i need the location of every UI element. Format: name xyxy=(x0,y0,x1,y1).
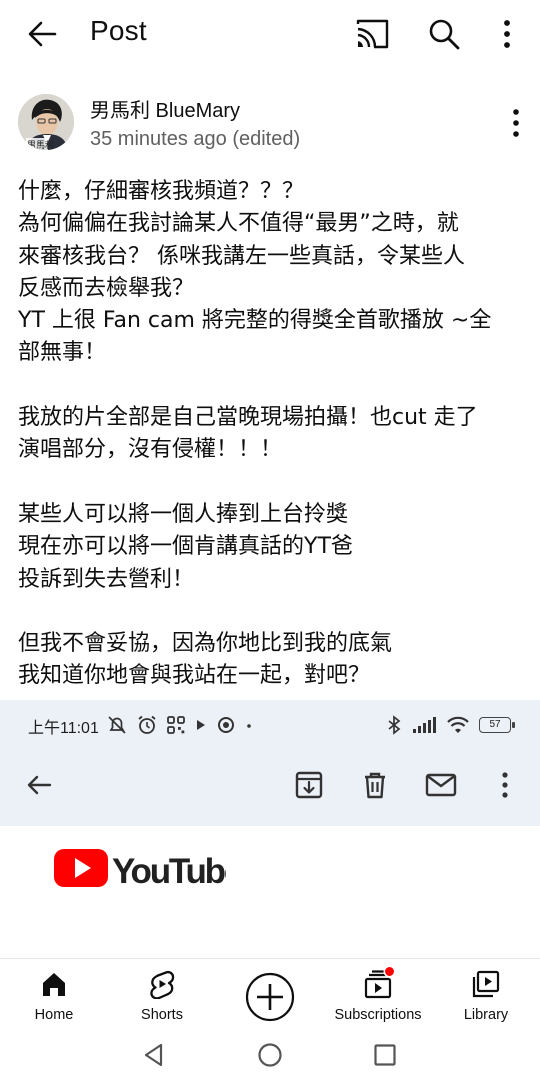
create-plus-icon[interactable] xyxy=(245,972,295,1022)
nav-subscriptions-label: Subscriptions xyxy=(334,1007,422,1023)
dot-icon xyxy=(247,724,251,728)
post-line: 反感而去檢舉我？ xyxy=(18,275,195,301)
post-line: 我放的片全部是自己當晚現場拍攝！也cut 走了 xyxy=(18,405,478,431)
post-line: 現在亦可以將一個肯講真話的YT爸 xyxy=(18,534,353,560)
youtube-logo: YouTube xyxy=(54,849,226,890)
svg-text:YouTube: YouTube xyxy=(112,852,226,890)
mail-icon xyxy=(425,773,457,797)
post-line: 某些人可以將一個人捧到上台拎獎 xyxy=(18,501,349,527)
signal-icon xyxy=(413,717,436,733)
post-more-vert-icon[interactable] xyxy=(503,104,529,144)
avatar[interactable]: 男馬利 xyxy=(18,94,74,150)
embedded-status-bar: 上午11:01 57 xyxy=(0,700,540,752)
post-body: 什麼，仔細審核我頻道？？？ 為何偏偏在我討論某人不值得“最男”之時，就 來審核我… xyxy=(18,176,528,725)
post-line: 演唱部分，沒有侵權！！！ xyxy=(18,437,283,463)
post-line: YT 上很 Fan cam 將完整的得獎全首歌播放 ~全 xyxy=(18,308,492,334)
author-name[interactable]: 男馬利 BlueMary xyxy=(90,94,240,123)
subscriptions-icon xyxy=(364,965,396,999)
avatar-photo: 男馬利 xyxy=(18,94,74,150)
post-line: 我知道你地會與我站在一起，對吧？ xyxy=(18,663,371,689)
post-paragraph: 某些人可以將一個人捧到上台拎獎 現在亦可以將一個肯講真話的YT爸 投訴到失去營利… xyxy=(18,499,528,596)
post-timestamp: 35 minutes ago (edited) xyxy=(90,128,301,150)
page-title: Post xyxy=(90,15,147,46)
search-icon[interactable] xyxy=(424,14,464,54)
notification-dot xyxy=(383,965,396,978)
post-line: 部無事！ xyxy=(18,340,107,366)
status-icons-right: 57 xyxy=(386,713,515,737)
post-paragraph: 但我不會妥協，因為你地比到我的底氣 我知道你地會與我站在一起，對吧？ xyxy=(18,628,528,693)
embedded-mail-toolbar xyxy=(0,752,540,826)
battery-indicator: 57 xyxy=(479,717,515,733)
nav-library[interactable]: Library xyxy=(446,959,526,1035)
nav-subscriptions[interactable]: Subscriptions xyxy=(326,959,430,1035)
post-line: 投訴到失去營利！ xyxy=(18,566,195,592)
home-icon xyxy=(43,973,65,996)
post-line: 什麼，仔細審核我頻道？？？ xyxy=(18,179,305,204)
nav-library-label: Library xyxy=(463,1007,509,1023)
mute-bell-icon xyxy=(108,716,126,734)
nav-shorts-label: Shorts xyxy=(141,1007,183,1023)
alarm-icon xyxy=(138,715,156,734)
post-line: 但我不會妥協，因為你地比到我的底氣 xyxy=(18,631,393,657)
more-vert-icon[interactable] xyxy=(494,14,520,54)
status-time: 上午11:01 xyxy=(28,720,99,737)
post-paragraph: 什麼，仔細審核我頻道？？？ 為何偏偏在我討論某人不值得“最男”之時，就 來審核我… xyxy=(18,176,528,370)
record-icon xyxy=(218,717,234,733)
system-recents-icon[interactable] xyxy=(372,1042,398,1068)
shorts-icon xyxy=(150,970,175,999)
back-arrow-icon[interactable] xyxy=(22,14,62,54)
post-line: 為何偏偏在我討論某人不值得“最男”之時，就 xyxy=(18,211,459,237)
post-line: 來審核我台？ 係咪我講左一些真話，令某些人 xyxy=(18,243,465,269)
svg-text:男馬利: 男馬利 xyxy=(27,139,54,150)
mail-back-arrow-icon xyxy=(27,775,52,795)
nav-home[interactable]: Home xyxy=(14,959,94,1035)
status-icons-left xyxy=(106,713,254,737)
system-back-icon[interactable] xyxy=(141,1042,167,1068)
system-navigation-bar xyxy=(0,1034,540,1074)
embedded-mail-content: YouTube 男馬利 BlueMary，你好： xyxy=(0,826,540,960)
library-icon xyxy=(472,970,500,998)
archive-icon xyxy=(295,771,323,799)
post-image[interactable]: 上午11:01 57 YouTub xyxy=(0,700,540,960)
system-home-icon[interactable] xyxy=(257,1042,283,1068)
bluetooth-icon xyxy=(388,715,401,735)
play-small-icon xyxy=(197,720,205,730)
nav-home-label: Home xyxy=(34,1007,74,1023)
delete-icon xyxy=(365,772,385,799)
top-app-bar: Post xyxy=(0,0,540,70)
wifi-icon xyxy=(447,716,469,733)
mail-more-vert-icon xyxy=(502,772,508,798)
post-paragraph: 我放的片全部是自己當晚現場拍攝！也cut 走了 演唱部分，沒有侵權！！！ xyxy=(18,402,528,467)
nav-shorts[interactable]: Shorts xyxy=(122,959,202,1035)
cast-icon[interactable] xyxy=(352,16,392,52)
qr-grid-icon xyxy=(167,716,185,734)
